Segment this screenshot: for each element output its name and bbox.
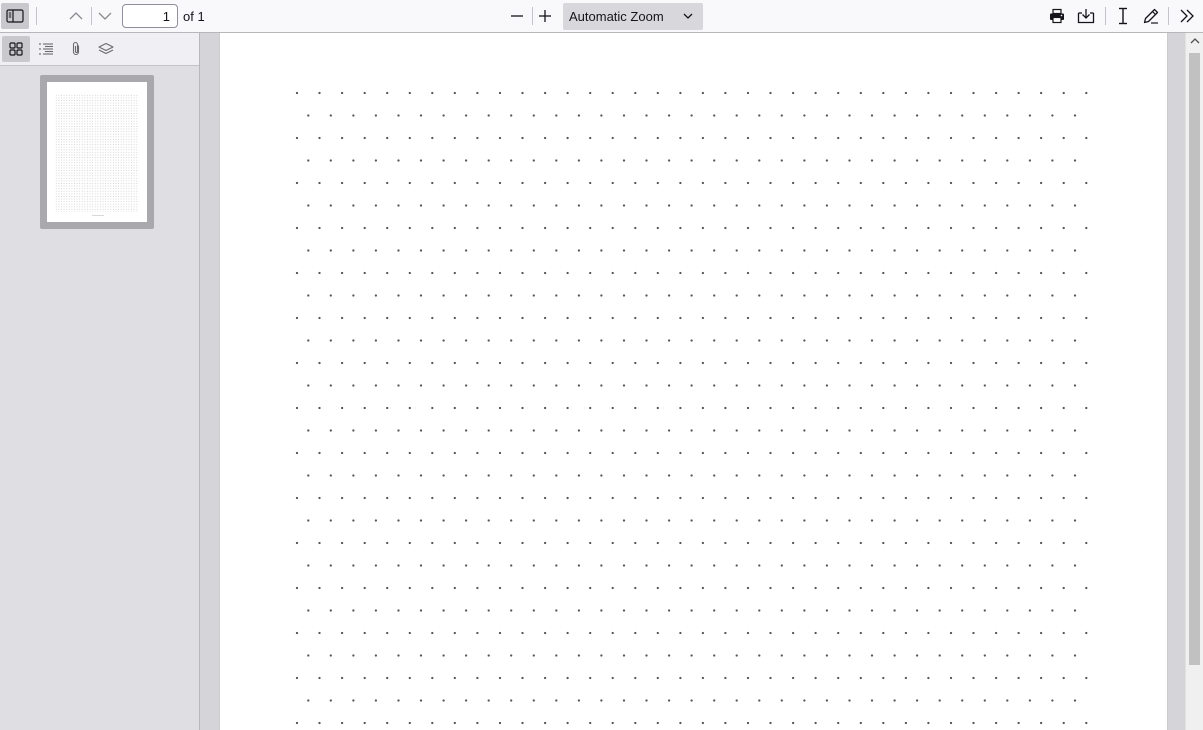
- attachments-icon: [72, 41, 80, 56]
- vertical-scrollbar[interactable]: [1185, 33, 1203, 730]
- sidebar-toggle-button[interactable]: [1, 3, 29, 29]
- sidebar-view-tabs: [0, 33, 199, 66]
- thumbnails-icon: [9, 42, 23, 56]
- double-chevron-right-icon: [1180, 9, 1194, 23]
- chevron-down-icon: [683, 13, 693, 19]
- toolbar: of 1 Automatic Zoom: [0, 0, 1203, 33]
- save-button[interactable]: [1072, 3, 1100, 29]
- attachments-view-button[interactable]: [62, 36, 90, 62]
- outline-view-button[interactable]: [32, 36, 60, 62]
- pen-icon: [1143, 8, 1159, 24]
- zoom-in-button[interactable]: [531, 3, 559, 29]
- previous-page-button[interactable]: [62, 3, 90, 29]
- text-tool-button[interactable]: [1109, 3, 1137, 29]
- save-icon: [1077, 9, 1095, 24]
- layers-view-button[interactable]: [92, 36, 120, 62]
- page-count-label: of 1: [183, 9, 205, 24]
- scroll-up-arrow-icon[interactable]: [1190, 37, 1200, 45]
- toolbar-divider: [36, 7, 37, 25]
- text-cursor-icon: [1119, 7, 1127, 25]
- scrollbar-thumb[interactable]: [1189, 53, 1200, 665]
- zoom-select-value: Automatic Zoom: [569, 9, 664, 24]
- zoom-select[interactable]: Automatic Zoom: [563, 3, 703, 30]
- print-button[interactable]: [1043, 3, 1071, 29]
- thumbnails-view-button[interactable]: [2, 36, 30, 62]
- chevron-up-icon: [69, 12, 83, 20]
- minus-icon: [511, 15, 523, 17]
- document-viewer[interactable]: [201, 33, 1185, 730]
- outline-icon: [39, 43, 53, 55]
- draw-tool-button[interactable]: [1137, 3, 1165, 29]
- toolbar-divider: [1105, 7, 1106, 25]
- page-thumbnail[interactable]: [40, 75, 154, 229]
- page-number-input[interactable]: [122, 4, 178, 28]
- page-thumbnail-image: [47, 82, 147, 222]
- zoom-out-button[interactable]: [503, 3, 531, 29]
- toolbar-divider: [1168, 7, 1169, 25]
- sidebar: [0, 33, 200, 730]
- document-page: [220, 33, 1167, 730]
- layers-icon: [98, 42, 114, 55]
- tools-menu-button[interactable]: [1173, 3, 1201, 29]
- dot-grid-pattern: [295, 91, 1088, 725]
- sidebar-toggle-icon: [6, 9, 24, 23]
- chevron-down-icon: [98, 12, 112, 20]
- page-thumbnail-footer: [92, 215, 104, 216]
- plus-icon: [539, 10, 551, 22]
- print-icon: [1050, 8, 1064, 24]
- next-page-button[interactable]: [91, 3, 119, 29]
